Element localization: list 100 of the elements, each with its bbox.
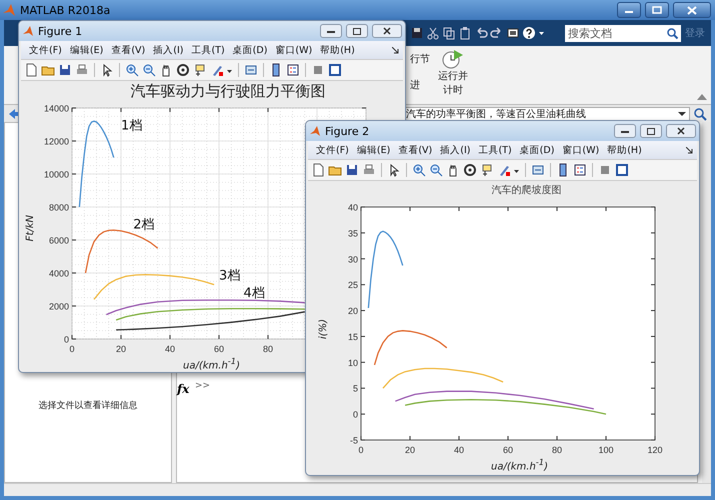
y-tick-label: 14000 — [44, 104, 69, 114]
legend-icon[interactable] — [286, 63, 300, 77]
ribbon-label[interactable]: 进 — [410, 78, 430, 92]
x-tick-label: 80 — [552, 445, 562, 455]
y-tick-label: 6000 — [48, 236, 69, 246]
x-tick-label: 40 — [165, 344, 175, 354]
maximize-icon — [652, 6, 662, 14]
square-icon[interactable] — [598, 163, 612, 177]
print-icon[interactable] — [362, 163, 376, 177]
y-tick-label: 35 — [348, 228, 358, 238]
help-icon[interactable] — [522, 26, 536, 40]
fx-label[interactable]: fx — [177, 382, 190, 396]
zoom-out-icon[interactable] — [429, 163, 443, 177]
save-icon[interactable] — [58, 63, 72, 77]
menu-item[interactable]: 工具(T) — [474, 144, 516, 156]
menu-item[interactable]: 查看(V) — [107, 44, 150, 56]
ribbon-label[interactable]: 行节 — [410, 52, 430, 66]
close-icon — [677, 127, 685, 135]
new-file-icon[interactable] — [24, 63, 38, 77]
link-icon[interactable] — [244, 63, 258, 77]
square-icon[interactable] — [311, 63, 325, 77]
x-tick-label: 20 — [405, 445, 415, 455]
command-prompt: >> — [194, 380, 210, 391]
paste-icon[interactable] — [458, 26, 472, 40]
menu-item[interactable]: 桌面(D) — [516, 144, 558, 156]
zoom-in-icon[interactable] — [412, 163, 426, 177]
minimize-button[interactable] — [617, 2, 641, 18]
menu-item[interactable]: 编辑(E) — [66, 44, 108, 56]
x-tick-label: 60 — [214, 344, 224, 354]
menu-item[interactable]: 编辑(E) — [352, 144, 394, 156]
link-icon[interactable] — [531, 163, 545, 177]
collapse-icon[interactable] — [697, 93, 707, 101]
cut-icon[interactable] — [426, 26, 440, 40]
search-icon[interactable] — [664, 24, 681, 42]
x-tick-label: 60 — [503, 445, 513, 455]
minimize-icon — [327, 28, 335, 34]
x-axis-label: ua/(km.h$^{-1}$) — [183, 356, 240, 370]
dock-arrow-icon[interactable] — [392, 46, 399, 54]
run-and-time-button[interactable]: 运行并计时 — [436, 70, 470, 98]
close-button[interactable] — [372, 24, 402, 38]
details-message: 选择文件以查看详细信息 — [38, 400, 138, 412]
window-title: MATLAB R2018a — [20, 4, 110, 16]
save-icon[interactable] — [345, 163, 359, 177]
minimize-icon — [621, 128, 629, 134]
y-tick-label: 2000 — [48, 302, 69, 312]
maximize-button[interactable] — [640, 124, 662, 138]
menu-item[interactable]: 帮助(H) — [316, 44, 359, 56]
search-field[interactable]: 搜索文档 — [565, 24, 664, 42]
menu-item[interactable]: 插入(I) — [436, 144, 474, 156]
y-axis-label: i(%) — [318, 318, 328, 340]
rotate-icon[interactable] — [176, 63, 190, 77]
x-tick-label: 80 — [263, 344, 273, 354]
y-tick-label: 10 — [348, 358, 358, 368]
data-cursor-icon[interactable] — [193, 63, 207, 77]
maximize-button[interactable] — [645, 2, 669, 18]
minimize-button[interactable] — [320, 24, 342, 38]
data-cursor-icon[interactable] — [480, 163, 494, 177]
gear-label: 1档 — [121, 118, 142, 134]
menu-item[interactable]: 文件(F) — [25, 44, 66, 56]
menu-item[interactable]: 窗口(W) — [558, 144, 604, 156]
menu-item[interactable]: 查看(V) — [394, 144, 436, 156]
y-tick-label: 0 — [64, 334, 69, 344]
brush-icon[interactable] — [497, 163, 511, 177]
windows-icon[interactable] — [506, 26, 520, 40]
menu-item[interactable]: 文件(F) — [312, 144, 353, 156]
search-icon[interactable] — [693, 106, 707, 120]
y-tick-label: 15 — [348, 332, 358, 342]
close-button[interactable] — [673, 2, 711, 18]
dock-arrow-icon[interactable] — [686, 146, 693, 154]
close-button[interactable] — [666, 124, 696, 138]
rotate-icon[interactable] — [463, 163, 477, 177]
zoom-out-icon[interactable] — [142, 63, 156, 77]
window-icon[interactable] — [615, 163, 629, 177]
chart-title: 汽车驱动力与行驶阻力平衡图 — [130, 81, 326, 101]
x-tick-label: 0 — [358, 445, 364, 455]
menu-item[interactable]: 工具(T) — [187, 44, 229, 56]
menu-item[interactable]: 窗口(W) — [271, 44, 316, 56]
legend-icon[interactable] — [573, 163, 587, 177]
y-tick-label: 10000 — [44, 170, 69, 180]
window-title: Figure 1 — [38, 24, 82, 38]
caret-icon[interactable] — [678, 110, 686, 116]
clock-icon[interactable] — [442, 48, 464, 70]
menu-item[interactable]: 插入(I) — [149, 44, 188, 56]
maximize-button[interactable] — [346, 24, 368, 38]
x-tick-label: 0 — [70, 344, 74, 354]
menu-item[interactable]: 桌面(D) — [228, 44, 272, 56]
print-icon[interactable] — [75, 63, 89, 77]
menu-item[interactable]: 帮助(H) — [603, 144, 646, 156]
zoom-in-icon[interactable] — [125, 63, 139, 77]
copy-icon[interactable] — [442, 26, 456, 40]
y-tick-label: 0 — [352, 410, 358, 420]
save-icon[interactable] — [410, 26, 424, 40]
y-tick-label: 4000 — [48, 268, 69, 278]
minimize-button[interactable] — [614, 124, 636, 138]
new-file-icon[interactable] — [311, 163, 325, 177]
brush-icon[interactable] — [210, 63, 224, 77]
y-tick-label: 5 — [352, 384, 358, 394]
x-tick-label: 40 — [454, 445, 464, 455]
window-icon[interactable] — [328, 63, 342, 77]
y-tick-label: 20 — [348, 306, 358, 316]
